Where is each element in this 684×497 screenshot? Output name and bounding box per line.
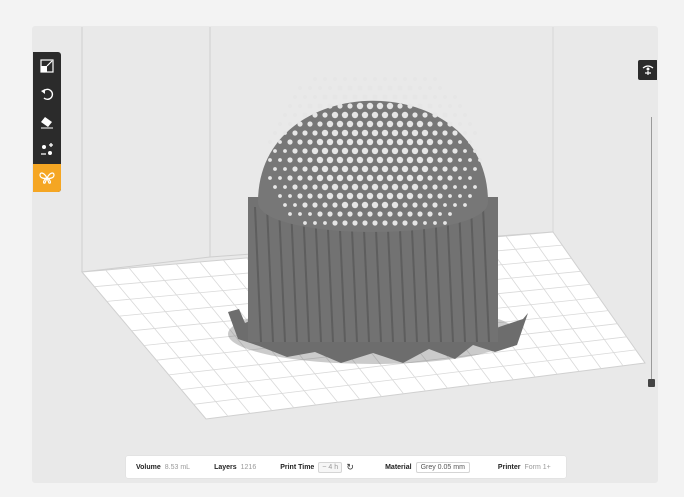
- rotate-tool-button[interactable]: [33, 80, 61, 108]
- view-settings-button[interactable]: [638, 60, 657, 80]
- 3d-viewport[interactable]: [33, 27, 657, 482]
- layer-slider-handle[interactable]: [648, 379, 655, 387]
- layer-slider-track[interactable]: [651, 117, 652, 385]
- layers-stat: Layers 1216: [214, 464, 256, 471]
- print-time-value: ~ 4 h: [318, 461, 343, 473]
- material-label: Material: [385, 463, 412, 471]
- printer-stat: Printer Form 1+: [498, 464, 551, 471]
- app-window: Volume 8.53 mL Layers 1216 Print Time ~ …: [33, 27, 657, 482]
- layout-icon: [41, 143, 53, 155]
- rotate-icon: [41, 88, 54, 101]
- scale-tool-button[interactable]: [33, 52, 61, 80]
- layout-tool-button[interactable]: [33, 136, 61, 164]
- eraser-tool-button[interactable]: [33, 108, 61, 136]
- print-time-label: Print Time: [280, 463, 315, 471]
- material-select[interactable]: Grey 0.05 mm: [415, 461, 470, 473]
- view-settings-icon: [642, 65, 654, 75]
- layers-label: Layers: [214, 463, 237, 471]
- scale-icon: [40, 59, 54, 73]
- supports-tool-button[interactable]: [33, 164, 61, 192]
- layers-value: 1216: [240, 463, 257, 471]
- tool-sidebar: [33, 52, 61, 192]
- volume-stat: Volume 8.53 mL: [136, 464, 190, 471]
- printer-label: Printer: [497, 463, 521, 471]
- volume-label: Volume: [136, 463, 161, 471]
- print-time-stat: Print Time ~ 4 h ↻: [280, 461, 355, 473]
- printed-model[interactable]: [228, 77, 528, 364]
- status-bar: Volume 8.53 mL Layers 1216 Print Time ~ …: [126, 456, 566, 478]
- refresh-icon[interactable]: ↻: [345, 462, 355, 472]
- eraser-icon: [41, 117, 53, 129]
- volume-value: 8.53 mL: [164, 463, 191, 471]
- material-stat: Material Grey 0.05 mm: [385, 461, 470, 473]
- butterfly-icon: [39, 172, 55, 184]
- printer-value[interactable]: Form 1+: [524, 464, 550, 471]
